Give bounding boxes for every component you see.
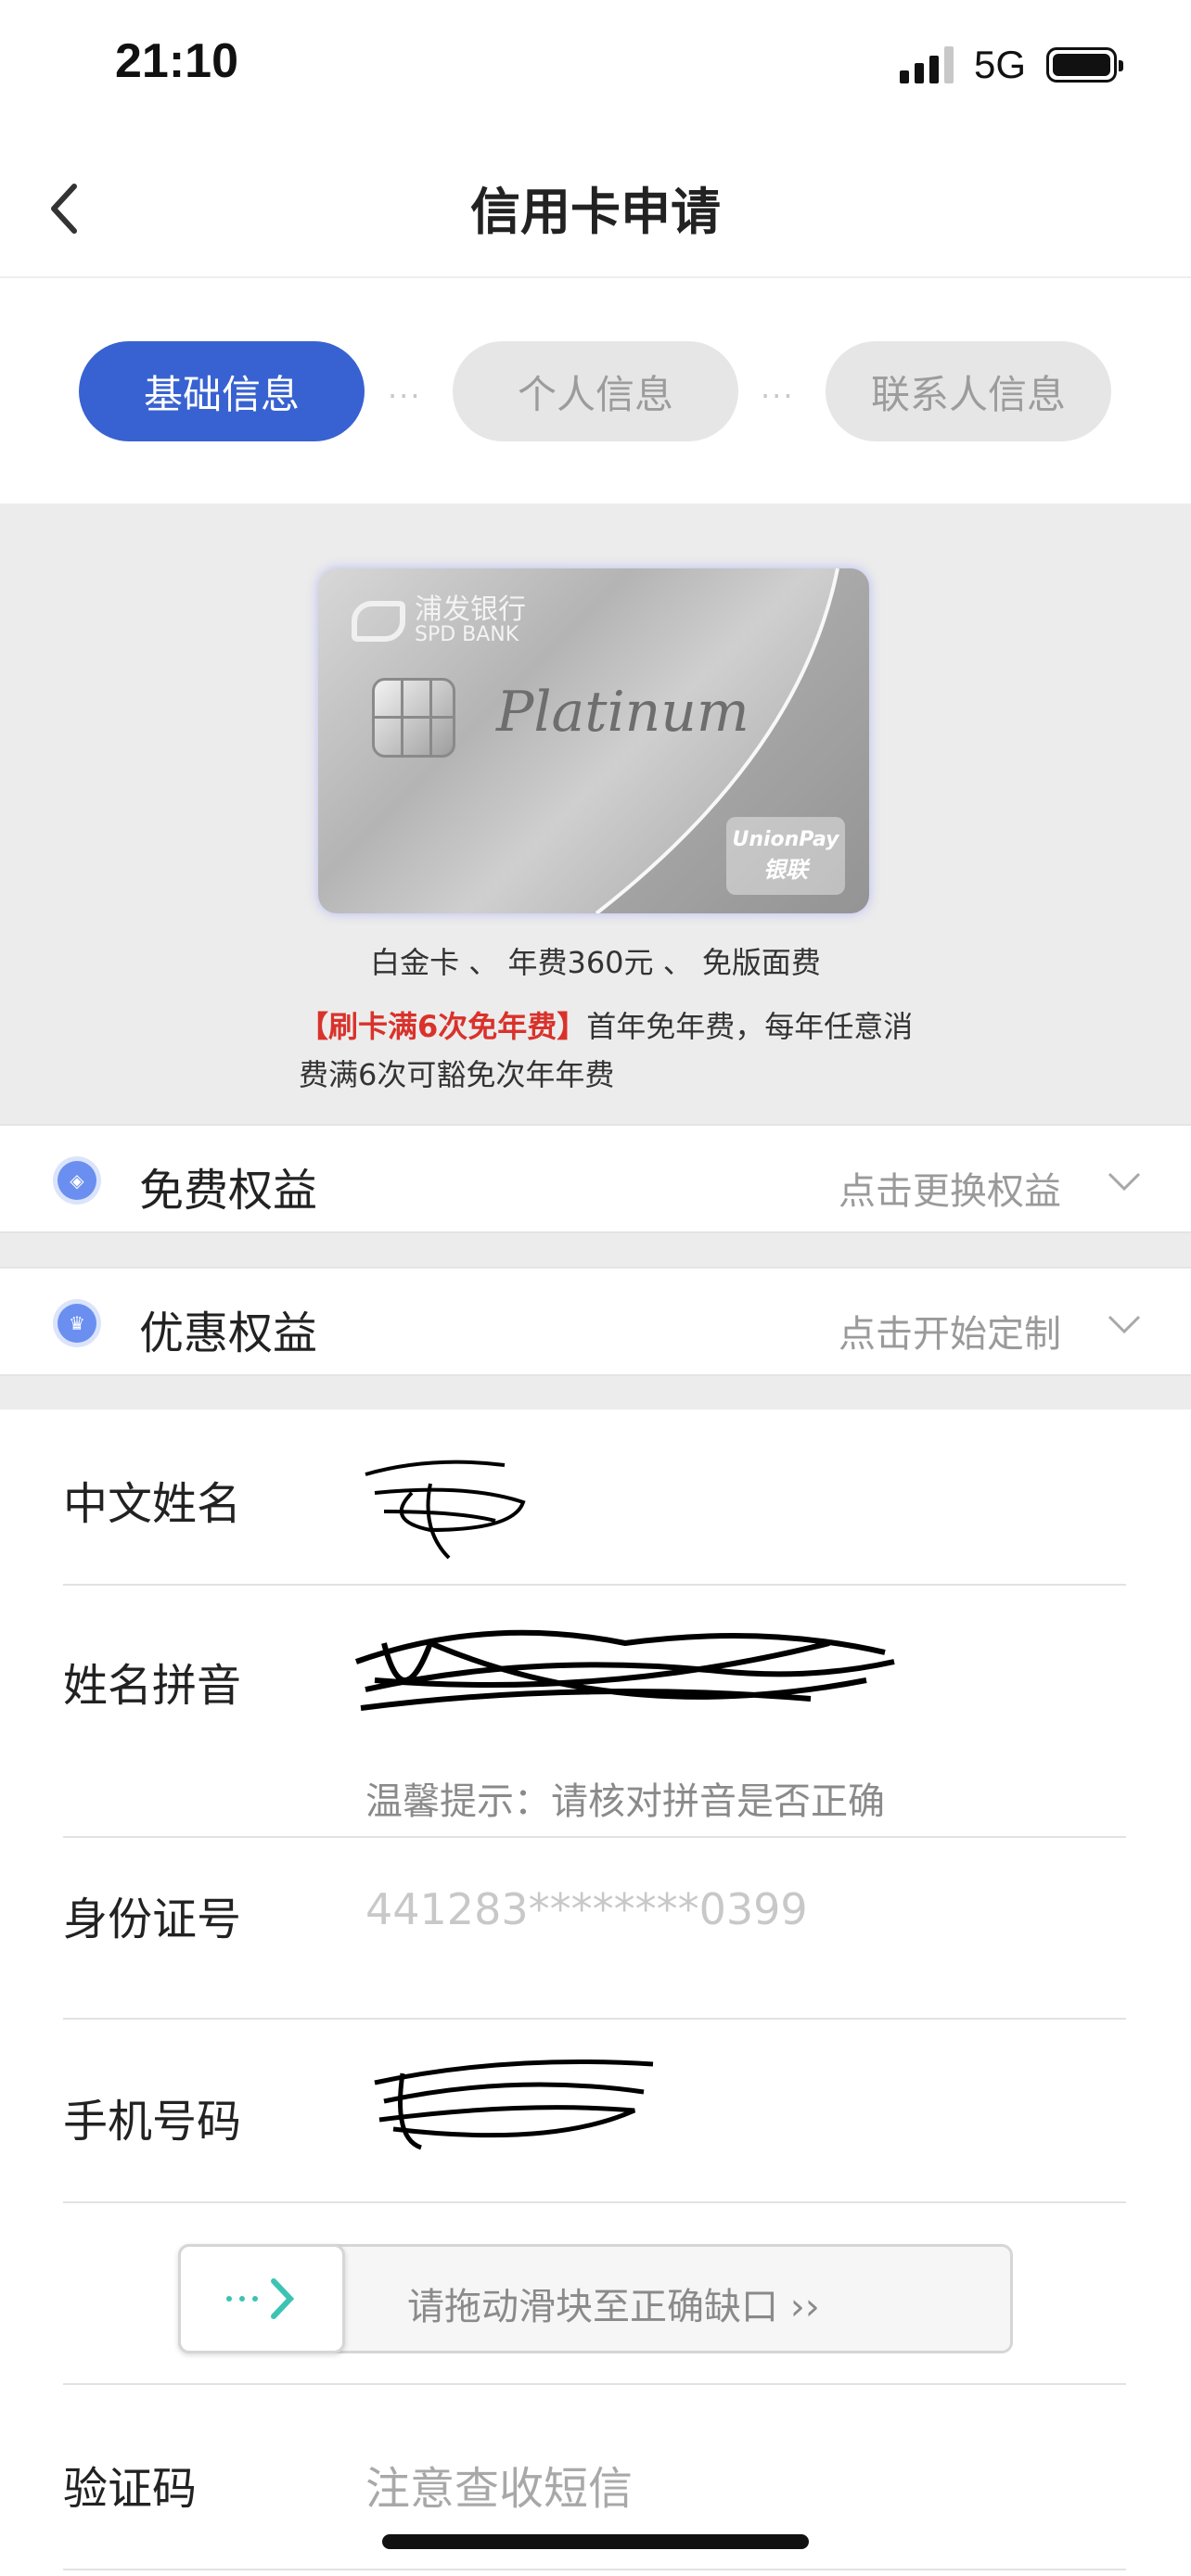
verification-code-label: 验证码 xyxy=(63,2463,198,2515)
page-title: 信用卡申请 xyxy=(470,183,721,241)
pinyin-hint: 温馨提示：请核对拼音是否正确 xyxy=(365,1780,885,1823)
promo-text: 【刷卡满6次免年费】首年免年费，每年任意消费满6次可豁免次年年费 xyxy=(299,1002,920,1099)
benefit-title: 优惠权益 xyxy=(139,1307,318,1359)
bank-name-en: SPD BANK xyxy=(415,623,519,646)
step-personal-info[interactable]: 个人信息 xyxy=(453,341,738,441)
id-number-label: 身份证号 xyxy=(63,1894,242,1945)
step-indicator: 基础信息 ··· 个人信息 ··· 联系人信息 xyxy=(0,278,1191,504)
bank-logo: 浦发银行 SPD BANK xyxy=(352,596,526,646)
gift-coin-icon: ◈ xyxy=(58,1161,96,1200)
bank-name-cn: 浦发银行 xyxy=(415,593,526,626)
divider xyxy=(0,1233,1191,1267)
free-benefits-row[interactable]: ◈ 免费权益 点击更换权益 xyxy=(0,1124,1191,1233)
chinese-name-label: 中文姓名 xyxy=(63,1478,242,1530)
promo-highlight: 【刷卡满6次免年费】 xyxy=(299,1009,587,1044)
redacted-phone-field[interactable] xyxy=(365,2046,662,2157)
unionpay-logo: UnionPay 银联 xyxy=(726,817,845,895)
unionpay-en: UnionPay xyxy=(732,828,839,851)
slider-row xyxy=(63,2203,1126,2385)
pinyin-label: 姓名拼音 xyxy=(63,1660,242,1712)
card-section: 浦发银行 SPD BANK Platinum UnionPay 银联 白金卡 、… xyxy=(0,504,1191,1125)
benefit-action[interactable]: 点击开始定制 xyxy=(839,1304,1061,1358)
unionpay-cn: 银联 xyxy=(763,857,808,883)
chip-icon xyxy=(372,678,455,758)
pinyin-row: 姓名拼音 温馨提示：请核对拼音是否正确 xyxy=(63,1586,1126,1838)
network-type: 5G xyxy=(973,43,1026,86)
phone-row: 手机号码 xyxy=(63,2020,1126,2203)
benefit-action[interactable]: 点击更换权益 xyxy=(839,1161,1061,1215)
discount-benefits-row[interactable]: ♛ 优惠权益 点击开始定制 xyxy=(0,1267,1191,1376)
status-time: 21:10 xyxy=(115,34,238,88)
chevron-down-icon[interactable] xyxy=(1106,1306,1143,1343)
step-separator: ··· xyxy=(388,378,422,414)
signal-icon xyxy=(899,46,954,83)
redacted-pinyin-field[interactable] xyxy=(347,1606,903,1745)
home-indicator xyxy=(382,2534,809,2549)
chinese-name-row: 中文姓名 xyxy=(63,1409,1126,1586)
step-separator: ··· xyxy=(761,378,795,414)
benefit-title: 免费权益 xyxy=(139,1165,318,1217)
spd-logo-icon xyxy=(352,601,405,642)
card-description: 白金卡 、 年费360元 、 免版面费 xyxy=(370,945,821,980)
phone-label: 手机号码 xyxy=(63,2096,242,2148)
id-number-row: 身份证号 441283********0399 xyxy=(63,1838,1126,2020)
status-indicators: 5G xyxy=(899,43,1123,87)
battery-icon xyxy=(1046,47,1123,83)
step-contact-info[interactable]: 联系人信息 xyxy=(826,341,1111,441)
crown-icon: ♛ xyxy=(58,1304,96,1343)
divider xyxy=(0,1376,1191,1409)
verification-code-input[interactable]: 注意查收短信 xyxy=(365,2452,633,2517)
step-basic-info[interactable]: 基础信息 xyxy=(79,341,365,441)
status-bar: 21:10 5G xyxy=(0,0,1191,139)
card-brand: Platinum xyxy=(496,680,749,745)
id-number-field[interactable]: 441283********0399 xyxy=(365,1884,808,1934)
redacted-name-field[interactable] xyxy=(356,1456,542,1576)
chevron-down-icon[interactable] xyxy=(1106,1163,1143,1200)
credit-card-image: 浦发银行 SPD BANK Platinum UnionPay 银联 xyxy=(318,568,869,913)
nav-bar: 信用卡申请 xyxy=(0,139,1191,278)
